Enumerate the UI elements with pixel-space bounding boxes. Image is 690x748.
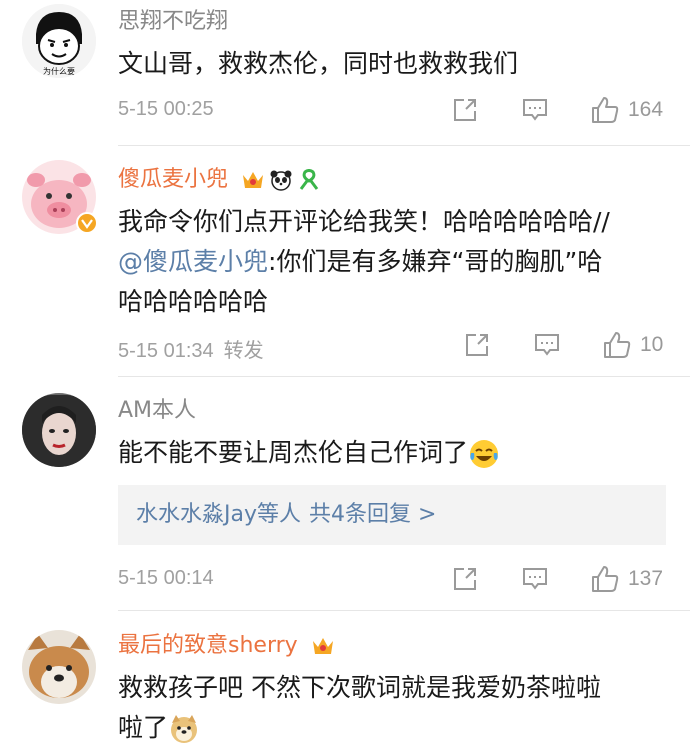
meme-face-icon: 为什么要 (22, 4, 96, 78)
share-icon[interactable] (452, 97, 478, 123)
comment-text-line: 救救孩子吧 不然下次歌词就是我爱奶茶啦啦 (118, 673, 601, 702)
shiba-dog-icon (22, 630, 96, 704)
comment-icon[interactable] (534, 332, 560, 358)
divider (118, 610, 690, 611)
comment-icon[interactable] (522, 566, 548, 592)
laugh-cry-emoji-icon (470, 440, 499, 468)
comment-text-line: @傻瓜麦小兜:你们是有多嫌弃“哥的胸肌”哈 (118, 242, 660, 282)
username-text: 最后的致意sherry (118, 633, 298, 658)
comment-text-segment: 能不能不要让周杰伦自己作词了 (118, 438, 469, 467)
crown-icon (243, 172, 264, 188)
user-photo-icon (22, 393, 96, 467)
comment-text-segment: 啦了 (118, 713, 169, 742)
comment-time: 5-15 00:25 (118, 98, 214, 120)
comment-time: 5-15 00:14 (118, 567, 214, 589)
thumbs-up-icon (604, 332, 631, 358)
comment-item: 最后的致意sherry 救救孩子吧 不然下次歌词就是我爱奶茶啦啦 啦了 (0, 612, 690, 748)
comment-text: 能不能不要让周杰伦自己作词了 (118, 433, 660, 473)
comment-text: 救救孩子吧 不然下次歌词就是我爱奶茶啦啦 啦了 (118, 668, 660, 748)
like-button[interactable]: 164 (590, 95, 663, 125)
comment-item: 为什么要 思翔不吃翔 文山哥，救救杰伦，同时也救救我们 5-15 00:25 1… (0, 0, 690, 150)
panda-icon (270, 170, 292, 191)
avatar[interactable] (22, 630, 96, 704)
comment-meta: 5-15 01:34 转发 (118, 334, 264, 363)
like-count: 10 (640, 333, 664, 356)
username[interactable]: 最后的致意sherry (118, 632, 335, 660)
username[interactable]: AM本人 (118, 397, 196, 425)
username-text: 傻瓜麦小兜 (118, 167, 229, 192)
comment-text: 文山哥，救救杰伦，同时也救救我们 (118, 49, 519, 78)
comment-text: 我命令你们点开评论给我笑！哈哈哈哈哈哈// @傻瓜麦小兜:你们是有多嫌弃“哥的胸… (118, 202, 660, 322)
avatar-caption: 为什么要 (43, 66, 75, 76)
crown-icon (312, 638, 333, 654)
ribbon-icon (299, 169, 319, 190)
like-count: 164 (628, 98, 664, 121)
like-button[interactable]: 137 (590, 564, 663, 594)
like-count: 137 (628, 567, 664, 590)
username[interactable]: 傻瓜麦小兜 (118, 166, 321, 194)
username[interactable]: 思翔不吃翔 (118, 8, 228, 36)
doge-emoji-icon (171, 715, 198, 743)
avatar[interactable]: 为什么要 (22, 4, 96, 78)
verified-badge-icon (76, 212, 98, 234)
thumbs-up-icon (592, 97, 619, 123)
avatar[interactable] (22, 160, 98, 234)
comment-text-line: 我命令你们点开评论给我笑！哈哈哈哈哈哈// (118, 207, 610, 236)
forward-label[interactable]: 转发 (224, 338, 264, 362)
reply-summary[interactable]: 水水水淼Jay等人 共4条回复 > (118, 485, 666, 545)
avatar[interactable] (22, 393, 96, 467)
comment-icon[interactable] (522, 97, 548, 123)
share-icon[interactable] (464, 332, 490, 358)
comment-text-line: 哈哈哈哈哈哈 (118, 287, 269, 316)
comment-text-line: 啦了 (118, 708, 660, 748)
comment-text-segment: :你们是有多嫌弃“哥的胸肌”哈 (268, 247, 603, 276)
share-icon[interactable] (452, 566, 478, 592)
mention-link[interactable]: @傻瓜麦小兜 (118, 247, 268, 276)
reply-count-link[interactable]: 共4条回复 > (309, 502, 436, 527)
comment-item: AM本人 能不能不要让周杰伦自己作词了 水水水淼Jay等人 共4条回复 > 5-1… (0, 377, 690, 612)
thumbs-up-icon (592, 566, 619, 592)
reply-users: 水水水淼Jay等人 (136, 502, 301, 527)
comment-time: 5-15 01:34 (118, 340, 214, 362)
like-button[interactable]: 10 (602, 330, 663, 360)
comment-item: 傻瓜麦小兜 我命令你们点开评论给我笑！哈哈哈哈哈哈// @傻瓜麦小兜:你们是有多… (0, 146, 690, 377)
